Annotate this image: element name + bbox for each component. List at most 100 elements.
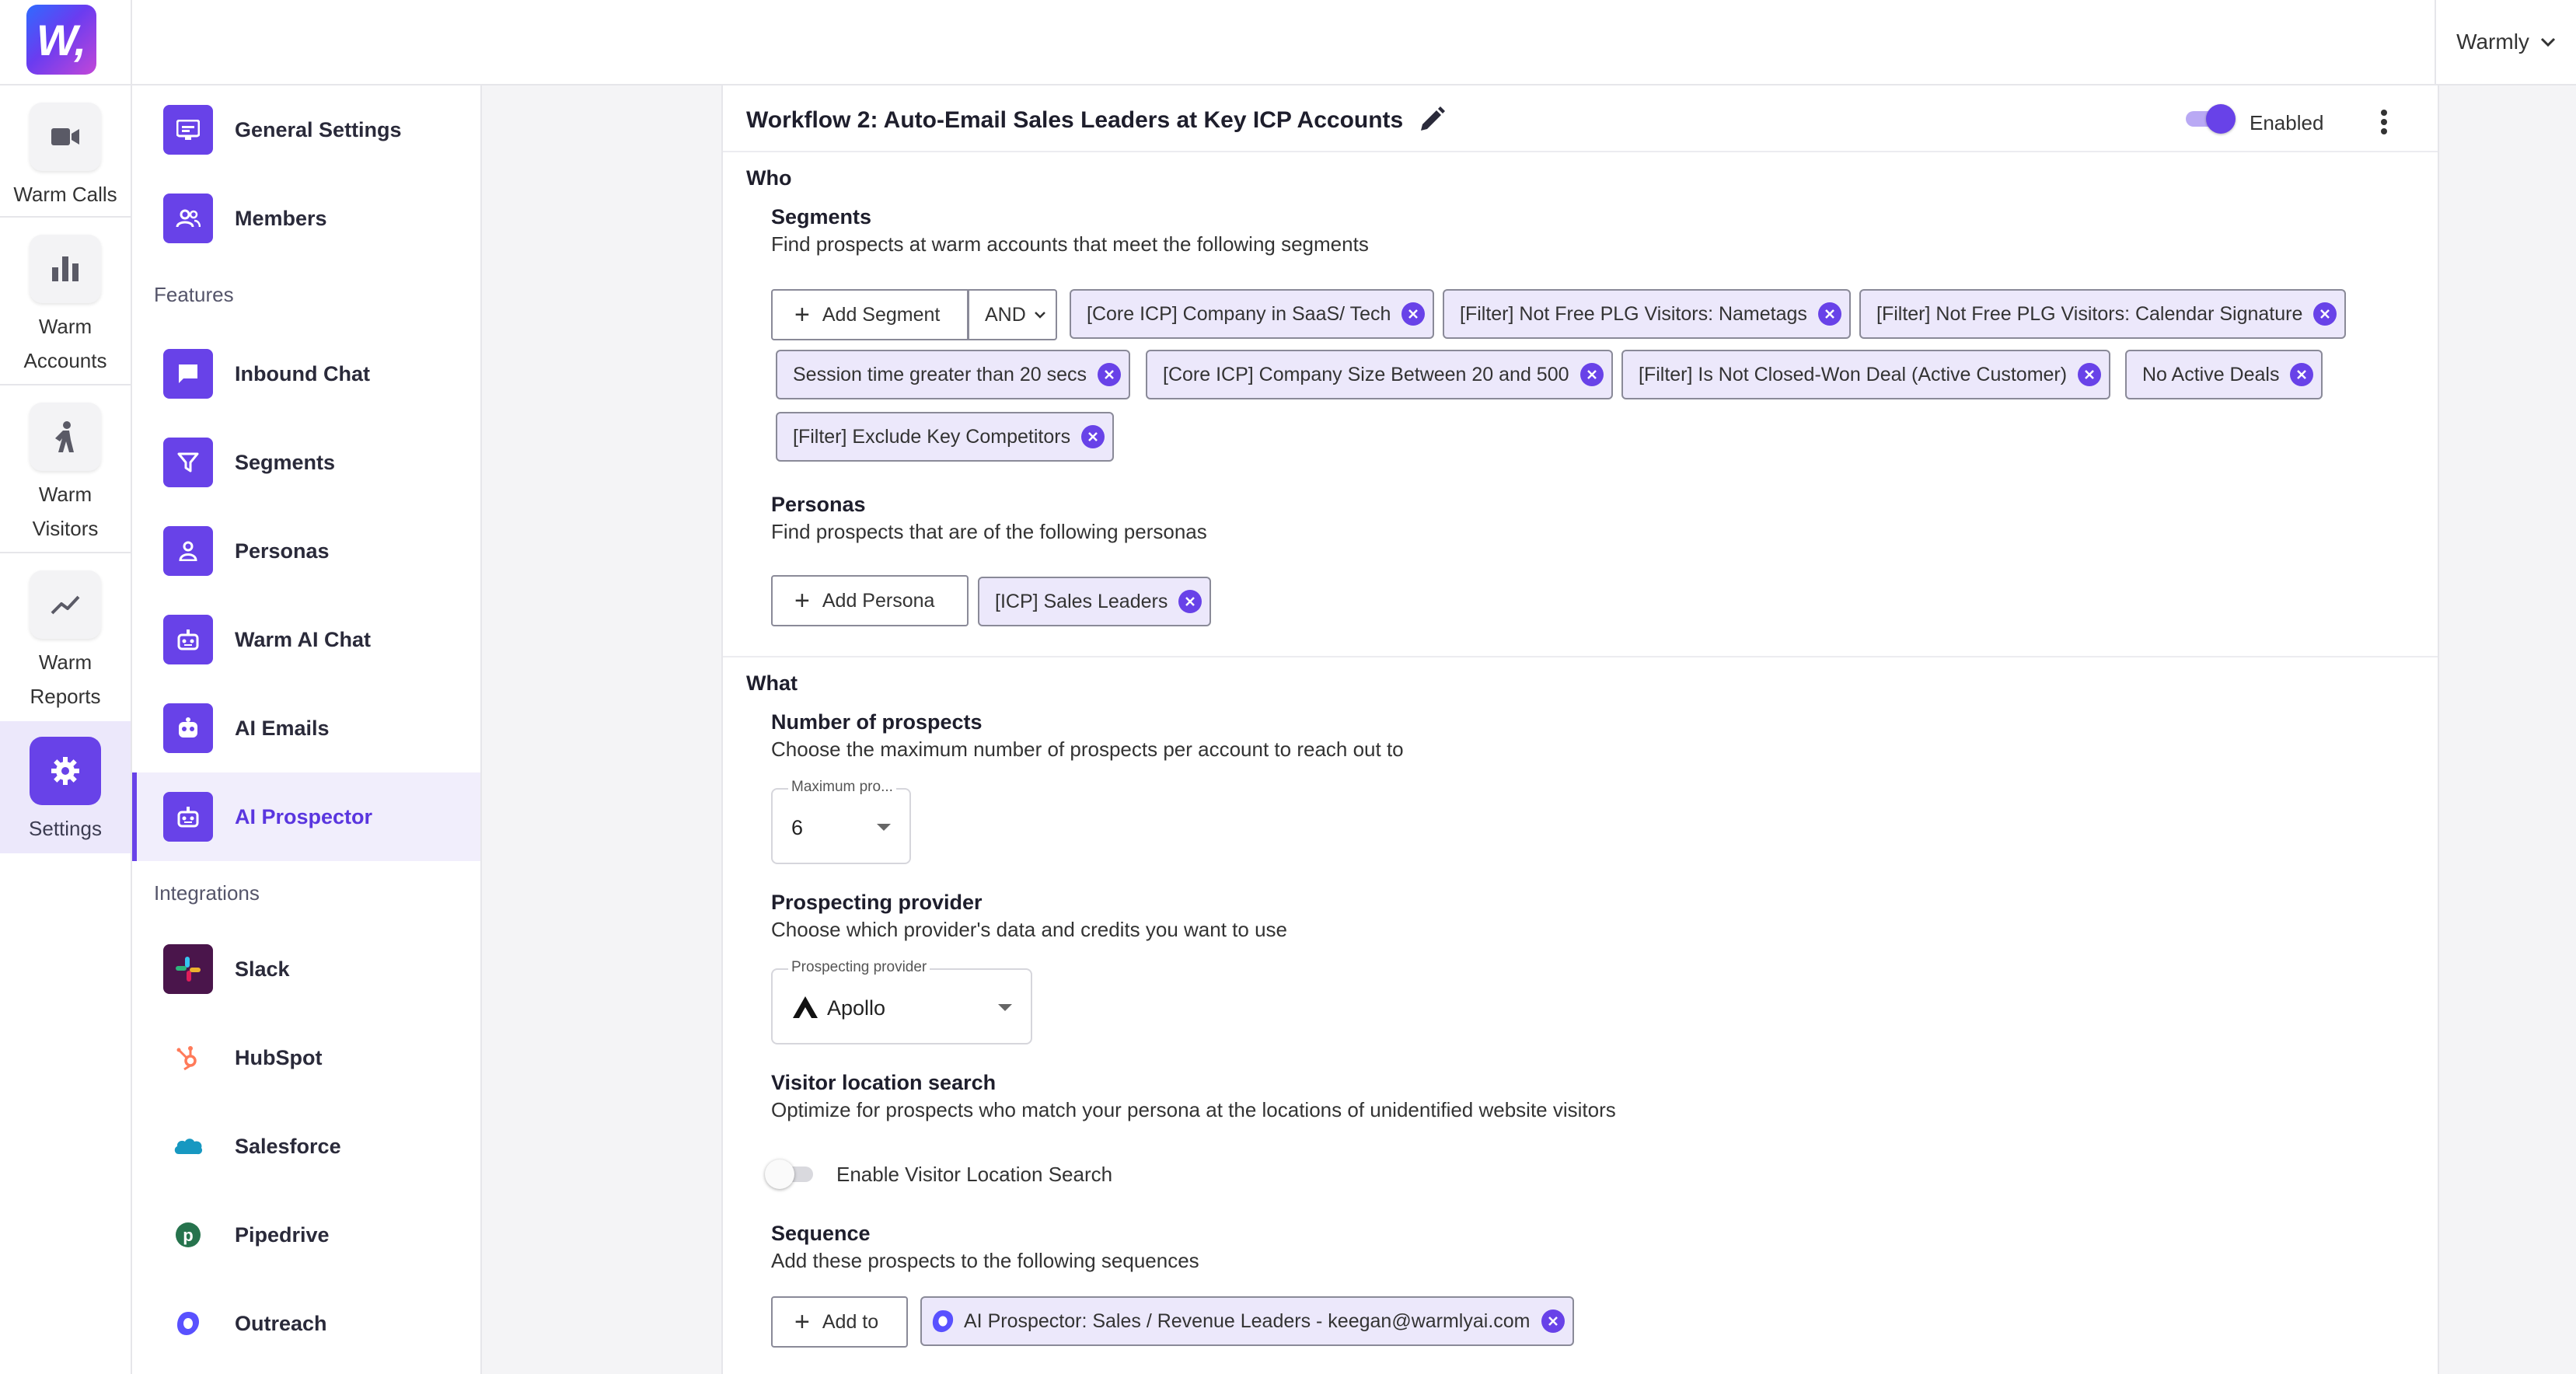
visitor-location-toggle[interactable] [765,1160,818,1189]
menu-item-salesforce[interactable]: Salesforce [132,1102,480,1191]
org-switcher[interactable]: Warmly [2435,0,2576,84]
remove-chip-icon[interactable] [1401,302,1426,326]
svg-text:p: p [183,1226,193,1245]
remove-chip-icon[interactable] [1817,302,1841,326]
filter-icon [163,438,213,487]
menu-item-hubspot[interactable]: HubSpot [132,1013,480,1102]
menu-item-outreach[interactable]: Outreach [132,1279,480,1368]
section-divider [723,656,2438,657]
visitor-location-toggle-label: Enable Visitor Location Search [836,1163,1113,1186]
remove-chip-icon[interactable] [1541,1309,1565,1333]
hubspot-icon [163,1033,213,1083]
top-bar: Warmly [132,0,2576,85]
salesforce-icon [163,1121,213,1171]
apollo-logo-icon [793,996,818,1018]
segment-chip[interactable]: [Filter] Not Free PLG Visitors: Nametags [1443,289,1851,339]
remove-chip-icon[interactable] [1579,363,1604,386]
chat-bubble-icon [163,349,213,399]
segment-chip[interactable]: [Filter] Not Free PLG Visitors: Calendar… [1859,289,2347,339]
remove-chip-icon[interactable] [1178,590,1202,613]
bot-face-icon [163,703,213,753]
add-persona-button[interactable]: + Add Persona [771,575,969,626]
menu-item-general-settings[interactable]: General Settings [132,85,480,174]
menu-item-slack[interactable]: Slack [132,925,480,1013]
remove-chip-icon[interactable] [1097,363,1121,386]
dropdown-caret-icon [877,824,891,831]
app-rail: W, Warm Calls Warm Accounts Warm Visitor… [0,0,132,1374]
menu-item-pipedrive[interactable]: p Pipedrive [132,1191,480,1279]
dropdown-caret-icon [998,1004,1012,1011]
rail-divider [0,84,132,85]
walking-person-icon [30,403,101,471]
provider-description: Choose which provider's data and credits… [771,918,1288,941]
outreach-icon [163,1299,213,1348]
gear-icon [30,737,101,805]
location-heading: Visitor location search [771,1071,997,1094]
segments-heading: Segments [771,205,872,228]
remove-chip-icon[interactable] [1081,425,1105,448]
segment-chip[interactable]: No Active Deals [2125,350,2323,399]
max-prospects-select[interactable]: Maximum pro... 6 [771,779,911,864]
menu-item-segments[interactable]: Segments [132,418,480,507]
rail-divider [0,384,131,385]
pencil-icon[interactable] [1418,106,1446,134]
sequence-chip[interactable]: AI Prospector: Sales / Revenue Leaders -… [920,1296,1574,1346]
plus-icon: + [794,300,810,330]
provider-heading: Prospecting provider [771,891,983,914]
menu-section-integrations: Integrations [154,881,260,905]
workflow-panel: Workflow 2: Auto-Email Sales Leaders at … [721,85,2439,1374]
segment-chip[interactable]: [Core ICP] Company Size Between 20 and 5… [1146,350,1613,399]
personas-description: Find prospects that are of the following… [771,520,1207,543]
pipedrive-icon: p [163,1210,213,1260]
add-segment-button[interactable]: + Add Segment [771,289,969,340]
menu-item-inbound-chat[interactable]: Inbound Chat [132,330,480,418]
add-to-sequence-button[interactable]: + Add to [771,1296,908,1348]
remove-chip-icon[interactable] [2313,302,2337,326]
segment-chip[interactable]: Session time greater than 20 secs [776,350,1130,399]
menu-item-personas[interactable]: Personas [132,507,480,595]
location-description: Optimize for prospects who match your pe… [771,1098,1616,1121]
rail-item-settings[interactable]: Settings [0,721,131,853]
remove-chip-icon[interactable] [2078,363,2102,386]
person-icon [163,526,213,576]
trend-line-icon [30,570,101,639]
persona-chip[interactable]: [ICP] Sales Leaders [978,577,1212,626]
segment-chip[interactable]: [Filter] Is Not Closed-Won Deal (Active … [1621,350,2111,399]
rail-divider [0,552,131,553]
workflow-enabled-toggle[interactable] [2183,104,2236,134]
segment-chip[interactable]: [Core ICP] Company in SaaS/ Tech [1070,289,1435,339]
rail-divider [0,216,131,218]
segment-operator-select[interactable]: AND [969,289,1057,340]
workflow-title: Workflow 2: Auto-Email Sales Leaders at … [746,107,1404,133]
prospects-heading: Number of prospects [771,710,983,734]
prospecting-provider-select[interactable]: Prospecting provider Apollo [771,959,1032,1044]
plus-icon: + [794,586,810,616]
menu-item-warm-ai-chat[interactable]: Warm AI Chat [132,595,480,684]
who-section-label: Who [746,166,792,190]
org-name: Warmly [2456,30,2529,54]
prospects-description: Choose the maximum number of prospects p… [771,738,1404,761]
warmly-logo[interactable]: W, [26,5,96,75]
menu-section-features: Features [154,283,234,306]
robot-icon [163,615,213,664]
rail-item-warm-accounts[interactable]: Warm Accounts [0,235,131,378]
segment-chip[interactable]: [Filter] Exclude Key Competitors [776,412,1115,462]
plus-icon: + [794,1307,810,1337]
personas-heading: Personas [771,493,866,516]
chevron-down-icon [1034,312,1045,319]
settings-panel-icon [163,105,213,155]
what-section-label: What [746,671,798,695]
more-options-icon[interactable] [2380,109,2388,135]
menu-item-members[interactable]: Members [132,174,480,263]
enabled-label: Enabled [2250,111,2324,134]
outreach-icon [932,1309,954,1333]
rail-item-warm-calls[interactable]: Warm Calls [0,103,131,211]
slack-icon [163,944,213,994]
rail-item-warm-reports[interactable]: Warm Reports [0,570,131,713]
robot-icon [163,792,213,842]
menu-item-ai-emails[interactable]: AI Emails [132,684,480,772]
rail-item-warm-visitors[interactable]: Warm Visitors [0,403,131,546]
chevron-down-icon [2540,37,2555,47]
remove-chip-icon[interactable] [2290,363,2314,386]
menu-item-ai-prospector[interactable]: AI Prospector [132,772,480,861]
